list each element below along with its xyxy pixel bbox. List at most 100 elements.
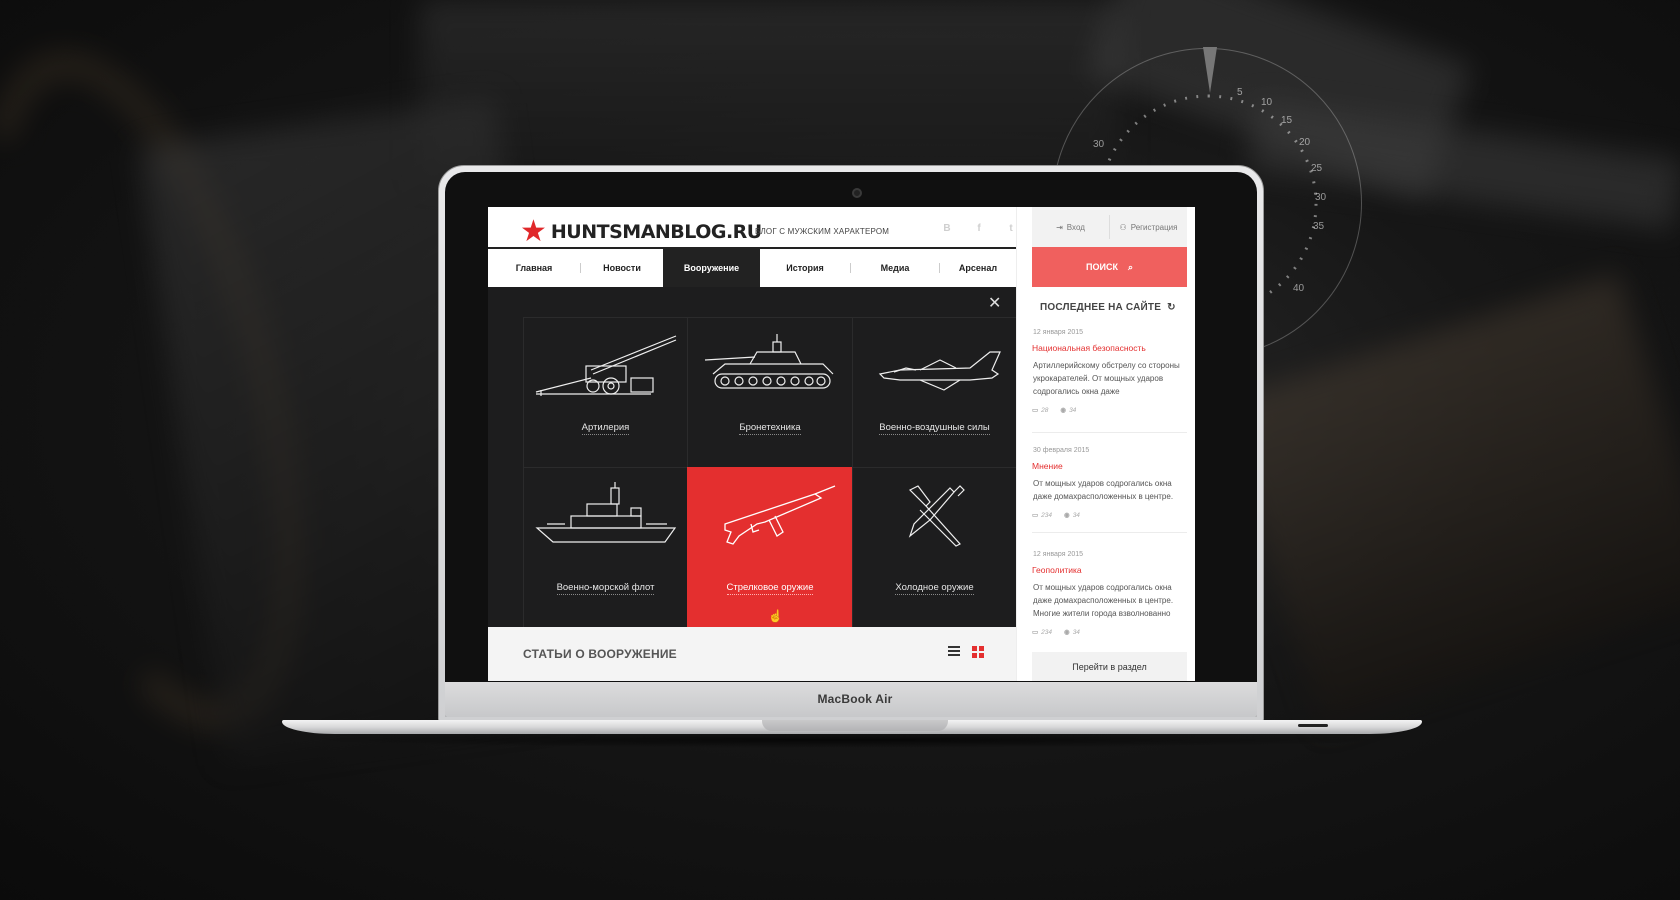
login-icon: ⇥ bbox=[1056, 222, 1063, 232]
category-label: Артилерия bbox=[581, 422, 630, 435]
latest-title-text: ПОСЛЕДНЕЕ НА САЙТЕ bbox=[1040, 302, 1162, 313]
post-date: 30 февраля 2015 bbox=[1033, 447, 1090, 454]
user-icon: ⚇ bbox=[1119, 222, 1127, 232]
comments-count: ▭ 234 bbox=[1032, 628, 1053, 637]
latest-heading: ПОСЛЕДНЕЕ НА САЙТЕ ↻ bbox=[1040, 302, 1176, 313]
register-link[interactable]: ⚇ Регистрация bbox=[1110, 207, 1187, 247]
articles-title: СТАТЬИ О ВООРУЖЕНИЕ bbox=[523, 647, 677, 661]
category-artillery[interactable]: Артилерия bbox=[523, 317, 687, 467]
category-label: Бронетехника bbox=[739, 422, 801, 435]
views-count: ◉ 34 bbox=[1060, 406, 1077, 415]
category-label: Холодное оружие bbox=[895, 582, 974, 595]
comment-icon: ▭ bbox=[1032, 407, 1039, 414]
category-small-arms[interactable]: Стрелковое оружие ☝ bbox=[687, 467, 852, 627]
dial-number: 40 bbox=[1293, 283, 1305, 294]
column-divider bbox=[1016, 207, 1032, 681]
facebook-icon[interactable]: f bbox=[972, 223, 986, 234]
dial-number: 5 bbox=[1237, 87, 1243, 98]
laptop-notch bbox=[762, 720, 948, 731]
articles-bar: СТАТЬИ О ВООРУЖЕНИЕ bbox=[488, 627, 1016, 681]
tank-icon bbox=[704, 334, 834, 389]
post-excerpt: От мощных ударов содрогались окна даже д… bbox=[1033, 583, 1174, 618]
dial-number: 20 bbox=[1299, 137, 1311, 148]
nav-item-media[interactable]: Медиа bbox=[851, 249, 939, 287]
post-date: 12 января 2015 bbox=[1033, 329, 1084, 336]
nav-item-news[interactable]: Новости bbox=[581, 249, 663, 287]
post-meta: ▭ 234 ◉ 34 bbox=[1032, 628, 1187, 637]
post-excerpt: Артиллерийскому обстрелу со стороны укро… bbox=[1033, 361, 1180, 396]
category-armor[interactable]: Бронетехника bbox=[687, 317, 852, 467]
nav-item-home[interactable]: Главная bbox=[488, 249, 580, 287]
comment-icon: ▭ bbox=[1032, 629, 1039, 636]
website-screen: ★ HUNTSMANBLOG.RU БЛОГ С МУЖСКИМ ХАРАКТЕ… bbox=[488, 207, 1195, 681]
goto-section-button[interactable]: Перейти в раздел bbox=[1032, 652, 1187, 681]
post-meta: ▭ 234 ◉ 34 bbox=[1032, 511, 1187, 520]
list-item[interactable]: 12 января 2015 Национальная безопасность… bbox=[1032, 329, 1187, 414]
nav-item-history[interactable]: История bbox=[760, 249, 850, 287]
laptop-shadow bbox=[300, 732, 1400, 748]
site-logo[interactable]: ★ HUNTSMANBLOG.RU bbox=[520, 217, 762, 247]
post-category[interactable]: Национальная безопасность bbox=[1032, 343, 1187, 353]
sidebar: ⇥ Вход ⚇ Регистрация ПОИСК ⌕ ПОСЛЕДНЕЕ Н… bbox=[1032, 207, 1195, 681]
category-melee[interactable]: Холодное оружие bbox=[852, 467, 1016, 627]
dial-number: 25 bbox=[1311, 163, 1323, 174]
grid-view-icon[interactable] bbox=[972, 646, 984, 658]
warship-icon bbox=[534, 482, 676, 543]
dial-number: 35 bbox=[1313, 221, 1325, 232]
search-button[interactable]: ПОИСК ⌕ bbox=[1032, 247, 1187, 287]
dial-number: 15 bbox=[1281, 115, 1293, 126]
category-navy[interactable]: Военно-морской флот bbox=[523, 467, 687, 627]
artillery-icon bbox=[535, 335, 676, 396]
social-links: B f t bbox=[940, 223, 1018, 234]
auth-bar: ⇥ Вход ⚇ Регистрация bbox=[1032, 207, 1187, 247]
comment-icon: ▭ bbox=[1032, 512, 1039, 519]
login-label: Вход bbox=[1066, 222, 1085, 232]
background-blur bbox=[420, 0, 1120, 180]
post-category[interactable]: Геополитика bbox=[1032, 565, 1187, 575]
pointer-cursor-icon: ☝ bbox=[768, 609, 783, 623]
logo-text: HUNTSMANBLOG.RU bbox=[550, 221, 762, 243]
main-column: ★ HUNTSMANBLOG.RU БЛОГ С МУЖСКИМ ХАРАКТЕ… bbox=[488, 207, 1016, 681]
register-label: Регистрация bbox=[1130, 222, 1178, 232]
post-category[interactable]: Мнение bbox=[1032, 461, 1187, 471]
comments-count: ▭ 234 bbox=[1032, 511, 1053, 520]
category-label: Военно-морской флот bbox=[556, 582, 655, 595]
category-label: Стрелковое оружие bbox=[726, 582, 814, 595]
search-icon: ⌕ bbox=[1127, 261, 1133, 272]
comments-count: ▭ 28 bbox=[1032, 406, 1049, 415]
laptop-led bbox=[1298, 724, 1328, 727]
divider bbox=[1032, 532, 1187, 533]
login-link[interactable]: ⇥ Вход bbox=[1032, 207, 1109, 247]
close-icon[interactable]: ✕ bbox=[988, 296, 1001, 312]
camera-icon bbox=[852, 188, 862, 198]
knife-icon bbox=[908, 485, 965, 547]
category-grid: Артилерия Бронетехника Военно-воздушные … bbox=[523, 317, 1016, 627]
device-label: MacBook Air bbox=[817, 692, 893, 706]
site-tagline: БЛОГ С МУЖСКИМ ХАРАКТЕРОМ bbox=[755, 227, 890, 236]
nav-item-arsenal[interactable]: Арсенал bbox=[940, 249, 1016, 287]
vk-icon[interactable]: B bbox=[940, 223, 954, 234]
list-item[interactable]: 12 января 2015 Геополитика От мощных уда… bbox=[1032, 551, 1187, 636]
views-count: ◉ 34 bbox=[1064, 628, 1080, 637]
divider bbox=[1032, 432, 1187, 433]
weapons-mega-menu: ✕ Артилерия Бронетехника Военно-воздушны… bbox=[488, 287, 1016, 627]
dial-number: 10 bbox=[1261, 97, 1273, 108]
category-label: Военно-воздушные силы bbox=[879, 422, 990, 435]
refresh-icon[interactable]: ↻ bbox=[1167, 302, 1176, 313]
rifle-icon bbox=[724, 485, 836, 545]
star-icon: ★ bbox=[520, 215, 547, 248]
list-view-icon[interactable] bbox=[948, 646, 960, 656]
post-meta: ▭ 28 ◉ 34 bbox=[1032, 406, 1187, 415]
post-excerpt: От мощных ударов содрогались окна даже д… bbox=[1033, 479, 1174, 501]
main-nav: Главная Новости Вооружение История Медиа… bbox=[488, 247, 1016, 287]
eye-icon: ◉ bbox=[1064, 512, 1070, 519]
eye-icon: ◉ bbox=[1064, 629, 1070, 636]
list-item[interactable]: 30 февраля 2015 Мнение От мощных ударов … bbox=[1032, 447, 1187, 519]
eye-icon: ◉ bbox=[1060, 407, 1067, 414]
category-airforce[interactable]: Военно-воздушные силы bbox=[852, 317, 1016, 467]
post-date: 12 января 2015 bbox=[1033, 551, 1084, 558]
dial-number: 30 bbox=[1093, 139, 1105, 150]
dial-number: 30 bbox=[1315, 192, 1327, 203]
nav-item-weapons[interactable]: Вооружение bbox=[663, 249, 760, 287]
views-count: ◉ 34 bbox=[1064, 511, 1080, 520]
